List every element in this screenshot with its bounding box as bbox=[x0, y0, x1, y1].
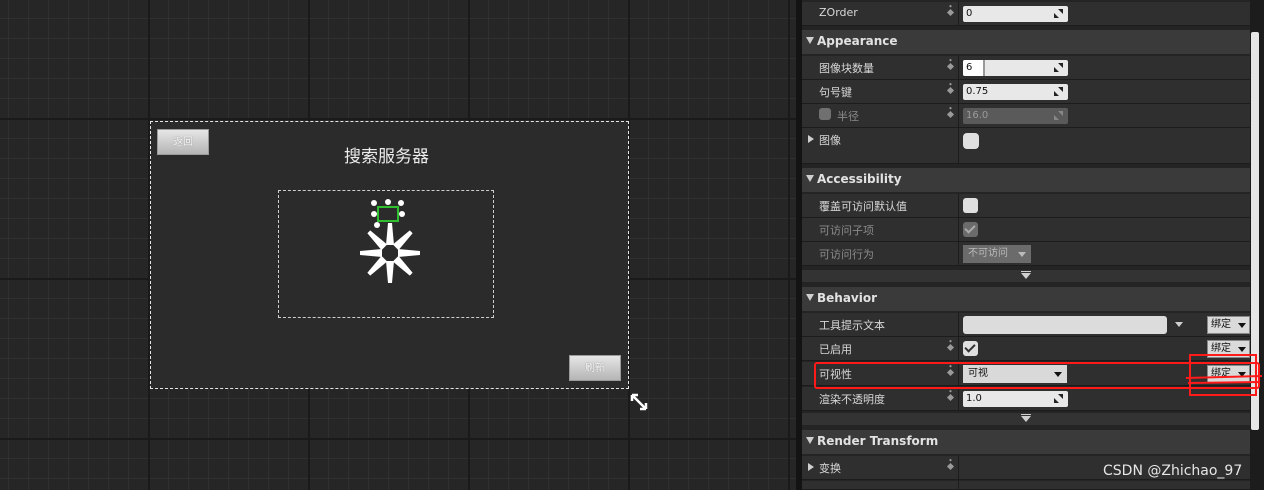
details-panel: ZOrder 0 Appearance 图像块数量 6 句号键 0.75 半径 … bbox=[802, 0, 1264, 490]
collapse-arrow-icon[interactable] bbox=[806, 294, 814, 301]
reset-diamond-icon[interactable] bbox=[946, 62, 955, 71]
selection-handle[interactable] bbox=[399, 211, 405, 217]
image-count-field[interactable]: 6 bbox=[963, 60, 1068, 76]
reset-diamond-icon[interactable] bbox=[946, 368, 955, 377]
advanced-expander-behavior[interactable] bbox=[802, 413, 1250, 425]
image-brush-preview[interactable] bbox=[963, 133, 979, 149]
selection-handle[interactable] bbox=[374, 222, 380, 228]
property-row-accessible-behavior: 可访问行为 不可访问 bbox=[802, 242, 1250, 266]
collapse-arrow-icon[interactable] bbox=[806, 437, 814, 444]
reset-diamond-icon[interactable] bbox=[946, 110, 955, 119]
enabled-checkbox[interactable] bbox=[963, 341, 978, 356]
opacity-field[interactable]: 1.0 bbox=[963, 391, 1068, 407]
category-behavior[interactable]: Behavior bbox=[802, 287, 1250, 311]
expand-arrow-icon[interactable] bbox=[808, 135, 814, 143]
advanced-expander-accessibility[interactable] bbox=[802, 270, 1250, 282]
back-button[interactable]: 返回 bbox=[157, 129, 209, 155]
watermark: CSDN @Zhichao_97 bbox=[1103, 463, 1243, 479]
property-row-accessible-children: 可访问子项 bbox=[802, 218, 1250, 242]
radius-field: 16.0 bbox=[963, 108, 1068, 124]
selection-handle[interactable] bbox=[371, 200, 377, 206]
reset-diamond-icon[interactable] bbox=[946, 462, 955, 471]
property-row-radius: 半径 16.0 bbox=[802, 104, 1250, 128]
advanced-chevron-icon[interactable] bbox=[1021, 414, 1031, 422]
visibility-dropdown[interactable]: 可视 bbox=[963, 365, 1067, 383]
collapse-arrow-icon[interactable] bbox=[806, 37, 814, 44]
radius-enable-checkbox[interactable] bbox=[819, 108, 831, 120]
accessible-behavior-dropdown: 不可访问 bbox=[963, 245, 1031, 263]
selection-handle[interactable] bbox=[371, 211, 377, 217]
selection-box[interactable] bbox=[377, 206, 399, 222]
property-row-tooltip: 工具提示文本 绑定 bbox=[802, 313, 1250, 337]
reset-diamond-icon[interactable] bbox=[946, 86, 955, 95]
page-title: 搜索服务器 bbox=[344, 147, 429, 167]
reset-diamond-icon[interactable] bbox=[946, 393, 955, 402]
advanced-chevron-icon[interactable] bbox=[1021, 271, 1031, 279]
dropdown-arrow-icon[interactable] bbox=[1175, 322, 1183, 327]
period-field[interactable]: 0.75 bbox=[963, 84, 1068, 100]
property-row-partial bbox=[802, 481, 1250, 490]
zorder-field[interactable]: 0 bbox=[963, 6, 1068, 22]
property-row-period: 句号键 0.75 bbox=[802, 80, 1250, 104]
selection-handle[interactable] bbox=[398, 200, 404, 206]
reset-diamond-icon[interactable] bbox=[946, 343, 955, 352]
designer-canvas[interactable]: 返回 搜索服务器 刷新 bbox=[0, 0, 796, 490]
accessible-children-checkbox bbox=[963, 222, 978, 237]
tooltip-text-input[interactable] bbox=[963, 316, 1167, 334]
override-accessible-checkbox[interactable] bbox=[963, 198, 978, 213]
refresh-button[interactable]: 刷新 bbox=[569, 355, 621, 381]
throbber-icon[interactable] bbox=[355, 218, 425, 288]
property-row-override-accessible: 覆盖可访问默认值 bbox=[802, 194, 1250, 218]
property-row-enabled: 已启用 绑定 bbox=[802, 337, 1250, 361]
category-appearance[interactable]: Appearance bbox=[802, 30, 1250, 54]
enabled-bind-button[interactable]: 绑定 bbox=[1207, 340, 1250, 358]
expand-arrow-icon[interactable] bbox=[808, 463, 814, 471]
property-row-visibility: 可视性 可视 绑定 bbox=[802, 362, 1250, 386]
property-label: ZOrder bbox=[819, 6, 858, 19]
resize-handle-icon[interactable] bbox=[628, 391, 650, 413]
category-accessibility[interactable]: Accessibility bbox=[802, 168, 1250, 192]
property-row-image-count: 图像块数量 6 bbox=[802, 56, 1250, 80]
tooltip-bind-button[interactable]: 绑定 bbox=[1207, 316, 1250, 334]
selection-handle[interactable] bbox=[385, 199, 391, 205]
category-render-transform[interactable]: Render Transform bbox=[802, 430, 1250, 454]
reset-diamond-icon[interactable] bbox=[946, 8, 955, 17]
property-row-opacity: 渲染不透明度 1.0 bbox=[802, 387, 1250, 411]
collapse-arrow-icon[interactable] bbox=[806, 175, 814, 182]
property-row-zorder: ZOrder 0 bbox=[802, 2, 1250, 26]
property-row-image: 图像 bbox=[802, 128, 1250, 164]
annotation-scribble bbox=[1185, 375, 1263, 384]
